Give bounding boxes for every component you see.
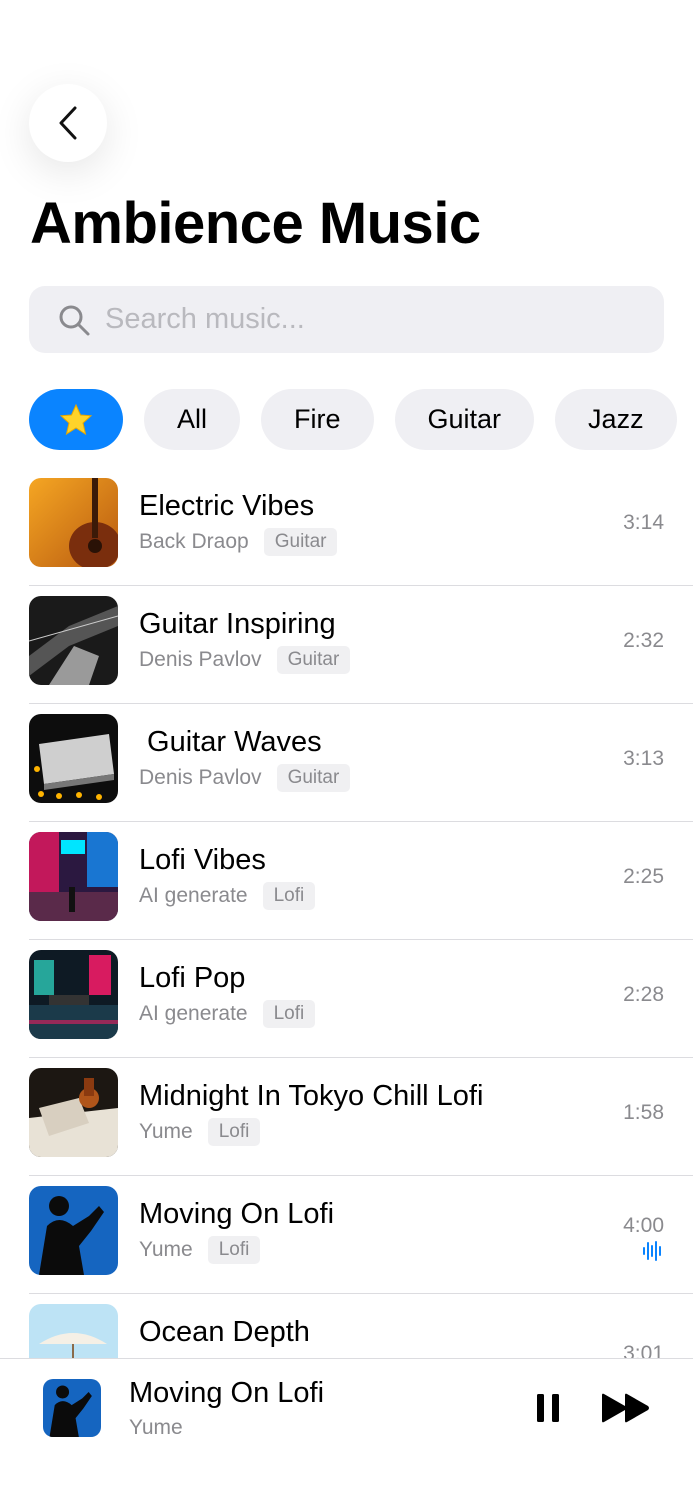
track-artwork (29, 596, 118, 685)
chip-guitar[interactable]: Guitar (394, 389, 535, 450)
track-title: Guitar Waves (139, 726, 322, 758)
track-artwork (29, 478, 118, 567)
track-row[interactable]: Lofi Vibes AI generate Lofi 2:25 (29, 822, 693, 940)
track-duration: 3:13 (623, 747, 664, 770)
track-artist: AI generate (139, 1002, 248, 1025)
chip-all[interactable]: All (144, 389, 241, 450)
page-title: Ambience Music (30, 191, 481, 256)
track-duration: 1:58 (623, 1101, 664, 1124)
track-row[interactable]: Guitar Waves Denis Pavlov Guitar 3:13 (29, 704, 693, 822)
track-artist: Back Draop (139, 530, 249, 553)
track-duration: 2:25 (623, 865, 664, 888)
track-title: Electric Vibes (139, 490, 315, 522)
track-artist: Yume (139, 1238, 193, 1261)
track-row[interactable]: Guitar Inspiring Denis Pavlov Guitar 2:3… (29, 586, 693, 704)
track-list: Electric Vibes Back Draop Guitar 3:14 Gu… (29, 468, 693, 1412)
chevron-left-icon (59, 106, 77, 140)
search-input[interactable] (105, 303, 605, 336)
chip-favorites[interactable] (29, 389, 123, 450)
star-icon (59, 403, 93, 435)
track-duration: 3:14 (623, 511, 664, 534)
now-playing-title: Moving On Lofi (129, 1377, 325, 1409)
track-row[interactable]: Electric Vibes Back Draop Guitar 3:14 (29, 468, 693, 586)
chip-fire[interactable]: Fire (261, 389, 374, 450)
track-artist: AI generate (139, 884, 248, 907)
track-tag: Guitar (263, 528, 338, 556)
now-playing-artist: Yume (129, 1416, 183, 1439)
track-title: Moving On Lofi (139, 1198, 335, 1230)
track-duration: 4:00 (623, 1214, 664, 1237)
track-tag: Guitar (276, 764, 351, 792)
ambience-music-screen: Ambience Music All Fire Guitar Jazz (0, 0, 693, 1500)
track-row[interactable]: Lofi Pop AI generate Lofi 2:28 (29, 940, 693, 1058)
track-row-playing[interactable]: Moving On Lofi Yume Lofi 4:00 (29, 1176, 693, 1294)
track-title: Lofi Pop (139, 962, 246, 994)
track-artwork (29, 832, 118, 921)
back-button[interactable] (29, 84, 107, 162)
track-title: Guitar Inspiring (139, 608, 336, 640)
track-tag: Lofi (207, 1236, 261, 1264)
search-bar[interactable] (29, 286, 664, 353)
track-tag: Lofi (207, 1118, 261, 1146)
track-tag: Lofi (262, 1000, 316, 1028)
track-artwork (29, 1186, 118, 1275)
filter-chips: All Fire Guitar Jazz (29, 389, 693, 450)
track-duration: 2:28 (623, 983, 664, 1006)
track-row[interactable]: Midnight In Tokyo Chill Lofi Yume Lofi 1… (29, 1058, 693, 1176)
track-duration: 2:32 (623, 629, 664, 652)
pause-icon[interactable] (536, 1393, 560, 1423)
fast-forward-icon[interactable] (601, 1393, 651, 1423)
audio-wave-icon (643, 1241, 661, 1261)
track-tag: Guitar (276, 646, 351, 674)
track-title: Lofi Vibes (139, 844, 266, 876)
track-tag: Lofi (262, 882, 316, 910)
now-playing-artwork (43, 1379, 101, 1437)
track-title: Ocean Depth (139, 1316, 310, 1348)
track-artwork (29, 714, 118, 803)
track-artist: Denis Pavlov (139, 766, 262, 789)
track-artwork (29, 950, 118, 1039)
track-title: Midnight In Tokyo Chill Lofi (139, 1080, 484, 1112)
track-artwork (29, 1068, 118, 1157)
now-playing-bar[interactable]: Moving On Lofi Yume (0, 1358, 693, 1500)
track-artist: Yume (139, 1120, 193, 1143)
track-artist: Denis Pavlov (139, 648, 262, 671)
search-icon (59, 305, 90, 335)
chip-jazz[interactable]: Jazz (555, 389, 677, 450)
